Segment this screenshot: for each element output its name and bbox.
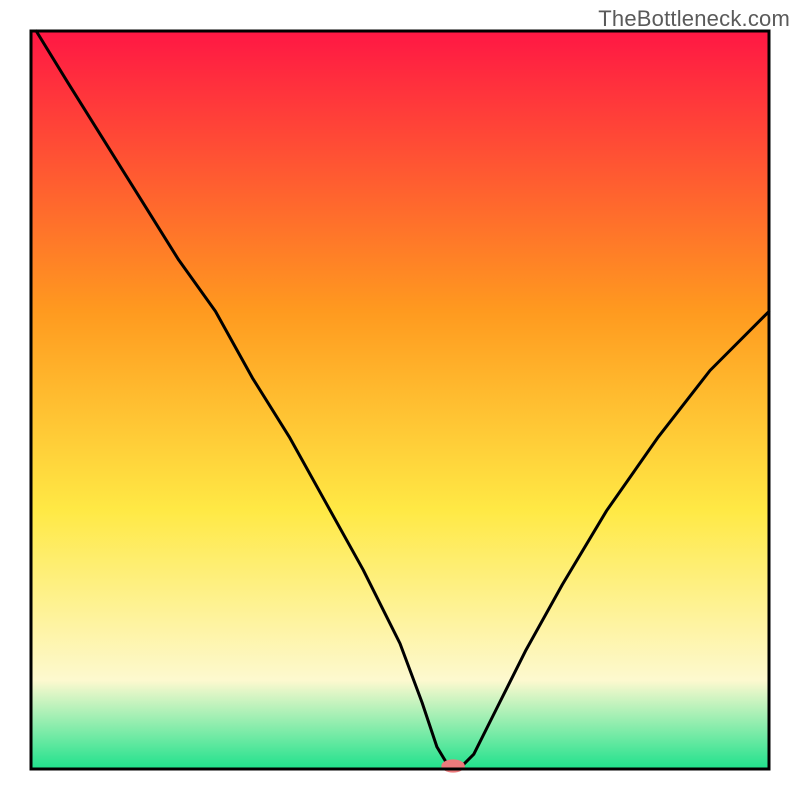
- minimum-marker: [441, 759, 465, 772]
- plot-background: [31, 31, 769, 769]
- watermark-label: TheBottleneck.com: [598, 6, 790, 32]
- plot-svg: [0, 0, 800, 800]
- bottleneck-chart: TheBottleneck.com: [0, 0, 800, 800]
